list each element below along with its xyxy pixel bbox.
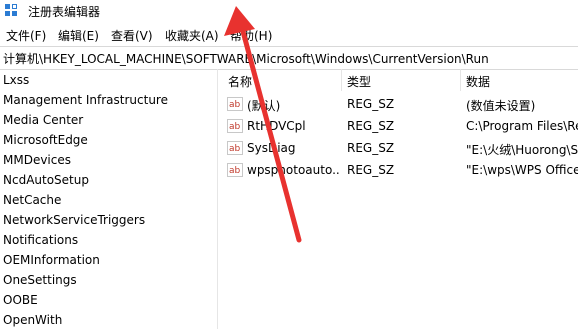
value-data: "E:\火绒\Huorong\S (466, 143, 578, 157)
value-data: "E:\wps\WPS Office (466, 163, 578, 177)
pane-splitter[interactable] (217, 69, 218, 329)
string-value-icon: ab (227, 141, 243, 155)
svg-text:ab: ab (229, 100, 241, 110)
value-type: REG_SZ (347, 163, 395, 177)
tree-item-oeminformation[interactable]: OEMInformation (3, 253, 100, 267)
menu-edit[interactable]: 编辑(E) (58, 27, 99, 44)
tree-item-microsoftedge[interactable]: MicrosoftEdge (3, 133, 88, 147)
value-name: (默认) (247, 99, 281, 113)
table-row[interactable]: ab SysDiag REG_SZ "E:\火绒\Huorong\S (222, 137, 578, 159)
tree-item-management-infrastructure[interactable]: Management Infrastructure (3, 93, 168, 107)
menu-bar: 文件(F) 编辑(E) 查看(V) 收藏夹(A) 帮助(H) (0, 25, 578, 45)
tree-item-onesettings[interactable]: OneSettings (3, 273, 77, 287)
value-data: C:\Program Files\Re (466, 119, 578, 133)
tree-item-netcache[interactable]: NetCache (3, 193, 61, 207)
column-header-name-label: 名称 (228, 75, 253, 89)
string-value-icon: ab (227, 119, 243, 133)
values-list[interactable]: 名称 类型 数据 ab (默认) REG_SZ (数值未设置) ab RtHDV… (222, 69, 578, 329)
regedit-icon (5, 4, 17, 16)
tree-item-notifications[interactable]: Notifications (3, 233, 78, 247)
value-name: SysDiag (247, 141, 296, 155)
value-type: REG_SZ (347, 141, 395, 155)
value-type: REG_SZ (347, 119, 395, 133)
tree-item-oobe[interactable]: OOBE (3, 293, 38, 307)
table-row[interactable]: ab (默认) REG_SZ (数值未设置) (222, 93, 578, 115)
window-title: 注册表编辑器 (28, 5, 101, 19)
tree-item-networkservicetriggers[interactable]: NetworkServiceTriggers (3, 213, 145, 227)
key-tree[interactable]: Lxss Management Infrastructure Media Cen… (0, 69, 215, 329)
menu-favorites[interactable]: 收藏夹(A) (165, 27, 219, 44)
svg-text:ab: ab (229, 166, 241, 176)
column-header-data[interactable]: 数据 (460, 69, 578, 91)
column-header-name[interactable]: 名称 (222, 69, 341, 91)
address-bar[interactable]: 计算机\HKEY_LOCAL_MACHINE\SOFTWARE\Microsof… (0, 46, 578, 70)
tree-item-mmdevices[interactable]: MMDevices (3, 153, 71, 167)
menu-file[interactable]: 文件(F) (6, 27, 46, 44)
menu-view[interactable]: 查看(V) (111, 27, 153, 44)
column-header-type[interactable]: 类型 (341, 69, 460, 91)
menu-help[interactable]: 帮助(H) (230, 27, 272, 44)
column-header-type-label: 类型 (347, 75, 372, 89)
title-bar: 注册表编辑器 (0, 0, 578, 22)
table-row[interactable]: ab RtHDVCpl REG_SZ C:\Program Files\Re (222, 115, 578, 137)
svg-text:ab: ab (229, 144, 241, 154)
tree-item-lxss[interactable]: Lxss (3, 73, 29, 87)
string-value-icon: ab (227, 97, 243, 111)
value-data: (数值未设置) (466, 99, 536, 113)
svg-text:ab: ab (229, 122, 241, 132)
value-name: wpsphotoauto... (247, 163, 339, 177)
address-path[interactable]: 计算机\HKEY_LOCAL_MACHINE\SOFTWARE\Microsof… (3, 50, 489, 67)
value-name: RtHDVCpl (247, 119, 306, 133)
tree-item-openwith[interactable]: OpenWith (3, 313, 62, 327)
tree-item-ncdautosetup[interactable]: NcdAutoSetup (3, 173, 89, 187)
string-value-icon: ab (227, 163, 243, 177)
table-row[interactable]: ab wpsphotoauto... REG_SZ "E:\wps\WPS Of… (222, 159, 578, 181)
column-header-data-label: 数据 (466, 75, 491, 89)
tree-item-media-center[interactable]: Media Center (3, 113, 83, 127)
value-type: REG_SZ (347, 97, 395, 111)
